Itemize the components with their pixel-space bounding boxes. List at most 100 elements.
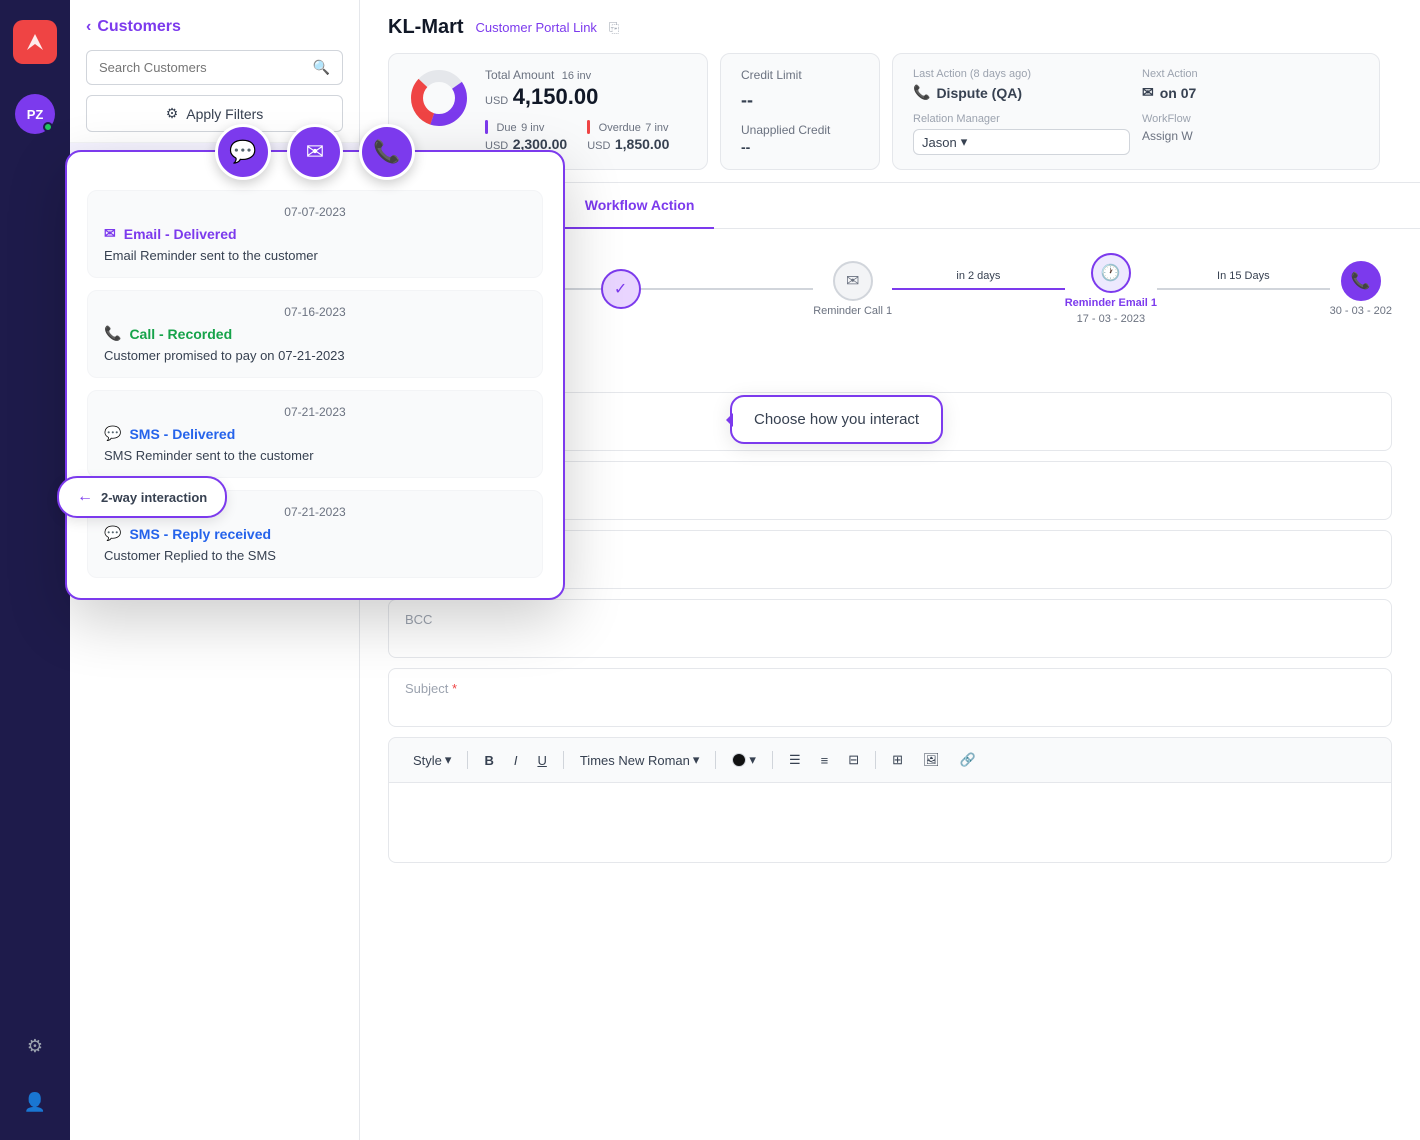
- email-icon-button[interactable]: ✉: [287, 124, 343, 180]
- phone-icon-button[interactable]: 📞: [359, 124, 415, 180]
- timeline-description: Email Reminder sent to the customer: [104, 248, 526, 263]
- timeline-type: 💬 SMS - Reply received: [104, 525, 526, 542]
- link-button[interactable]: 🔗: [952, 748, 984, 772]
- wf-circle-phone-active: 📞: [1341, 261, 1381, 301]
- table-button[interactable]: ⊞: [884, 748, 911, 772]
- wf-line-active: in 2 days: [892, 288, 1065, 290]
- relation-manager-select[interactable]: Jason ▾: [913, 129, 1130, 155]
- workflow-col: WorkFlow Assign W: [1142, 113, 1359, 155]
- rte-body[interactable]: [388, 783, 1392, 863]
- wf-circle-done: ✓: [601, 269, 641, 309]
- action-row-2: Relation Manager Jason ▾ WorkFlow Assign…: [913, 113, 1359, 155]
- call-icon: 📞: [104, 325, 121, 342]
- wf-circle-email: ✉: [833, 261, 873, 301]
- choose-interaction-tooltip: Choose how you interact: [730, 395, 943, 444]
- timeline-description: Customer promised to pay on 07-21-2023: [104, 348, 526, 363]
- sidebar: PZ ⚙ 👤: [0, 0, 70, 1140]
- unordered-list-button[interactable]: ☰: [781, 748, 809, 772]
- relation-col: Relation Manager Jason ▾: [913, 113, 1130, 155]
- sms-reply-icon: 💬: [104, 525, 121, 542]
- timeline-entries: 07-07-2023 ✉ Email - Delivered Email Rem…: [67, 190, 563, 578]
- settings-icon[interactable]: ⚙: [17, 1028, 53, 1064]
- bcc-label: BCC: [405, 612, 1375, 627]
- filter-icon: ⚙: [166, 105, 179, 122]
- color-circle: [732, 753, 746, 767]
- color-picker[interactable]: ▾: [724, 748, 764, 772]
- next-action-value: ✉ on 07: [1142, 84, 1359, 101]
- toolbar-divider: [467, 751, 468, 769]
- chevron-down-icon: ▾: [445, 752, 452, 768]
- tab-workflow-action[interactable]: Workflow Action: [565, 183, 715, 229]
- total-amount-value: USD 4,150.00: [485, 84, 687, 110]
- chevron-down-icon: ▾: [749, 752, 756, 768]
- ordered-list-button[interactable]: ≡: [813, 749, 837, 772]
- bcc-field[interactable]: BCC: [388, 599, 1392, 658]
- font-dropdown[interactable]: Times New Roman ▾: [572, 748, 708, 772]
- timeline-type: 💬 SMS - Delivered: [104, 425, 526, 442]
- email-icon: ✉: [1142, 84, 1154, 101]
- credit-limit-label: Credit Limit: [741, 68, 859, 82]
- image-button[interactable]: 🖼: [915, 748, 948, 772]
- copy-icon[interactable]: ⎘: [609, 20, 619, 36]
- subject-field[interactable]: Subject: [388, 668, 1392, 727]
- wf-date-future: 30 - 03 - 202: [1330, 305, 1392, 317]
- subject-input[interactable]: [405, 696, 1375, 712]
- action-info-card: Last Action (8 days ago) 📞 Dispute (QA) …: [892, 53, 1380, 170]
- credit-limit-value: --: [741, 90, 859, 111]
- search-box[interactable]: 🔍: [86, 50, 343, 85]
- filter-label: Apply Filters: [186, 106, 263, 122]
- align-button[interactable]: ⊟: [840, 748, 867, 772]
- timeline-entry: 07-21-2023 💬 SMS - Delivered SMS Reminde…: [87, 390, 543, 478]
- arrow-icon: ←: [77, 488, 93, 506]
- timeline-date: 07-16-2023: [104, 305, 526, 319]
- wf-step-active: 🕐 Reminder Email 1 17 - 03 - 2023: [1065, 253, 1157, 325]
- last-action-col: Last Action (8 days ago) 📞 Dispute (QA): [913, 68, 1130, 101]
- two-way-badge: ← 2-way interaction: [57, 476, 227, 518]
- overdue-bar: [587, 120, 590, 134]
- interaction-icons-row: 💬 ✉ 📞: [67, 124, 563, 180]
- wf-step-phone-active: 📞 30 - 03 - 202: [1330, 261, 1392, 317]
- customers-header: ‹ Customers 🔍 ⚙ Apply Filters: [70, 0, 359, 143]
- last-action-value: 📞 Dispute (QA): [913, 84, 1130, 101]
- bold-button[interactable]: B: [476, 749, 501, 772]
- pie-chart: [409, 68, 469, 128]
- next-action-col: Next Action ✉ on 07: [1142, 68, 1359, 101]
- bcc-input[interactable]: [405, 627, 1375, 643]
- total-amount-label: Total Amount 16 inv: [485, 68, 687, 82]
- italic-button[interactable]: I: [506, 749, 526, 772]
- email-delivered-icon: ✉: [104, 225, 116, 242]
- toolbar-divider: [715, 751, 716, 769]
- timeline-popup: 💬 ✉ 📞 07-07-2023 ✉ Email - Delivered Ema…: [65, 150, 565, 600]
- wf-step-done: ✓: [601, 269, 641, 309]
- timeline-type: 📞 Call - Recorded: [104, 325, 526, 342]
- toolbar-divider: [772, 751, 773, 769]
- search-input[interactable]: [99, 60, 313, 75]
- portal-link[interactable]: Customer Portal Link: [476, 20, 597, 35]
- timeline-date: 07-21-2023: [104, 405, 526, 419]
- credit-limit-card: Credit Limit -- Unapplied Credit --: [720, 53, 880, 170]
- chat-icon-button[interactable]: 💬: [215, 124, 271, 180]
- search-icon: 🔍: [313, 59, 330, 76]
- chevron-down-icon: ▾: [693, 752, 700, 768]
- toolbar-divider: [563, 751, 564, 769]
- timeline-date: 07-07-2023: [104, 205, 526, 219]
- action-row: Last Action (8 days ago) 📞 Dispute (QA) …: [913, 68, 1359, 101]
- style-dropdown[interactable]: Style ▾: [405, 748, 459, 772]
- unapplied-credit: Unapplied Credit --: [741, 123, 859, 155]
- wf-line-3: In 15 Days: [1157, 288, 1330, 290]
- wf-line-2: [641, 288, 814, 290]
- toolbar-divider: [875, 751, 876, 769]
- wf-date-active: 17 - 03 - 2023: [1077, 313, 1146, 325]
- timeline-description: SMS Reminder sent to the customer: [104, 448, 526, 463]
- online-indicator: [43, 122, 53, 132]
- underline-button[interactable]: U: [529, 749, 554, 772]
- timeline-type: ✉ Email - Delivered: [104, 225, 526, 242]
- subject-label: Subject: [405, 681, 1375, 696]
- rte-toolbar: Style ▾ B I U Times New Roman ▾: [388, 737, 1392, 783]
- avatar[interactable]: PZ: [15, 94, 55, 134]
- phone-icon: 📞: [913, 84, 930, 101]
- user-icon[interactable]: 👤: [17, 1084, 53, 1120]
- wf-days-future-label: In 15 Days: [1217, 270, 1270, 282]
- chevron-down-icon: ▾: [961, 134, 968, 150]
- back-button[interactable]: ‹ Customers: [86, 18, 343, 36]
